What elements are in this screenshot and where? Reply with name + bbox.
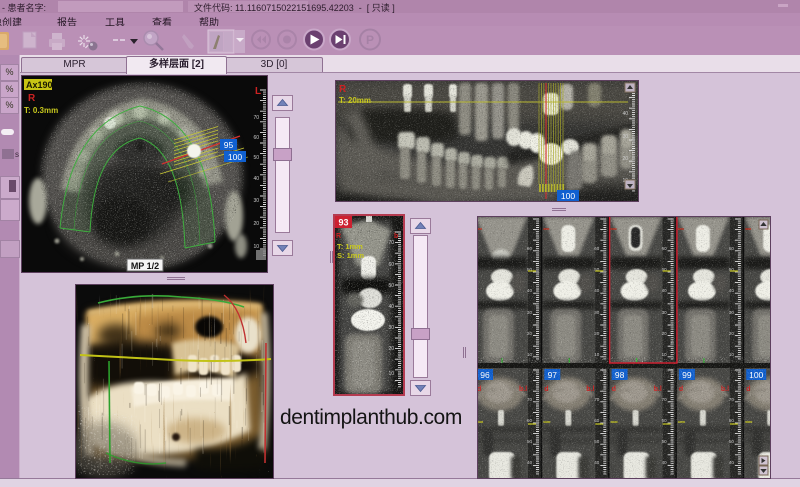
svg-text:L: L — [255, 86, 261, 97]
svg-text:70: 70 — [388, 240, 394, 246]
svg-text:10: 10 — [388, 371, 394, 377]
svg-text:30: 30 — [622, 134, 628, 140]
svg-text:100: 100 — [228, 152, 242, 162]
svg-text:30: 30 — [253, 198, 259, 204]
svg-text:30: 30 — [388, 325, 394, 331]
svg-text:R: R — [339, 84, 347, 95]
svg-text:50: 50 — [253, 155, 259, 161]
svg-text:T: 0.3mm: T: 0.3mm — [24, 106, 58, 115]
svg-text:93: 93 — [338, 218, 348, 228]
svg-text:70: 70 — [253, 115, 259, 121]
svg-text:100: 100 — [561, 191, 575, 201]
svg-text:Ax190: Ax190 — [26, 80, 53, 90]
svg-text:50: 50 — [388, 283, 394, 289]
svg-text:60: 60 — [388, 262, 394, 268]
svg-text:b: b — [394, 233, 398, 240]
svg-text:20: 20 — [388, 346, 394, 352]
svg-text:R: R — [28, 93, 36, 104]
svg-text:20: 20 — [622, 156, 628, 162]
svg-text:T: 20mm: T: 20mm — [339, 96, 371, 105]
svg-text:MP 1/2: MP 1/2 — [131, 261, 159, 271]
svg-text:10: 10 — [253, 244, 259, 250]
svg-text:20: 20 — [253, 221, 259, 227]
svg-text:40: 40 — [253, 176, 259, 182]
svg-text:95: 95 — [224, 140, 234, 150]
svg-text:40: 40 — [622, 111, 628, 117]
svg-text:S: 1mm: S: 1mm — [337, 251, 364, 260]
svg-text:40: 40 — [388, 304, 394, 310]
svg-text:R: R — [336, 233, 341, 240]
svg-text:T: 1mm: T: 1mm — [337, 242, 363, 251]
svg-text:P: P — [366, 33, 374, 47]
svg-text:60: 60 — [253, 135, 259, 141]
